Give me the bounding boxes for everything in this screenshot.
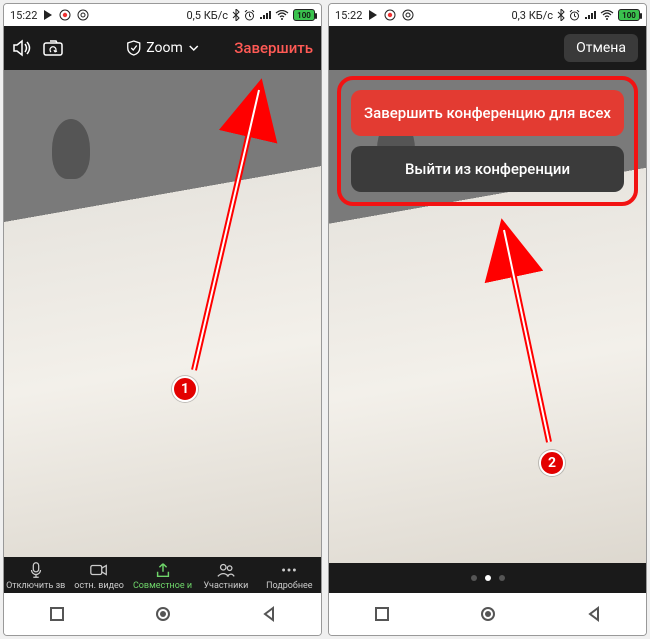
android-navbar [329, 593, 646, 635]
end-button[interactable]: Завершить [234, 39, 313, 57]
nav-home-icon[interactable] [479, 605, 497, 623]
bluetooth-icon [557, 9, 565, 21]
nav-back-icon[interactable] [586, 606, 602, 622]
camera-feed [4, 70, 321, 557]
page-indicator [329, 563, 646, 593]
chrome-icon [77, 9, 89, 21]
chrome-icon [402, 9, 414, 21]
shield-icon[interactable] [126, 40, 140, 56]
wifi-icon [275, 10, 289, 20]
alarm-icon [244, 10, 255, 21]
end-for-all-button[interactable]: Завершить конференцию для всех [351, 90, 624, 136]
leave-button[interactable]: Выйти из конференции [351, 146, 624, 192]
cellular-icon [259, 10, 271, 20]
dot-1 [471, 575, 477, 581]
video-area[interactable]: 1 [4, 70, 321, 557]
chevron-down-icon[interactable] [189, 44, 199, 52]
share-label: Совместное и [133, 581, 192, 591]
participants-button[interactable]: Участники [194, 561, 257, 591]
dot-2 [485, 575, 491, 581]
dot-3 [499, 575, 505, 581]
app-toolbar: Отмена [329, 26, 646, 70]
speaker-icon[interactable] [12, 39, 32, 57]
mute-button[interactable]: Отключить зв [4, 561, 67, 591]
more-button[interactable]: Подробнее [258, 561, 321, 591]
callout-badge-2: 2 [539, 450, 565, 476]
android-navbar [4, 593, 321, 635]
bluetooth-icon [232, 9, 240, 21]
status-time: 15:22 [335, 9, 362, 22]
alarm-icon [569, 10, 580, 21]
phone-right: 15:22 0,3 КБ/с 100 Отмена Завершить конф… [328, 3, 647, 636]
video-area[interactable]: Завершить конференцию для всех Выйти из … [329, 70, 646, 563]
play-store-icon [43, 10, 53, 20]
nav-recent-icon[interactable] [374, 606, 390, 622]
video-label: остн. видео [74, 581, 124, 591]
status-bar: 15:22 0,3 КБ/с 100 [329, 4, 646, 26]
status-time: 15:22 [10, 9, 37, 22]
mute-label: Отключить зв [6, 581, 65, 591]
app-toolbar: Zoom Завершить [4, 26, 321, 70]
switch-camera-icon[interactable] [42, 39, 64, 57]
status-bar: 15:22 0,5 КБ/с 100 [4, 4, 321, 26]
browser-icon [59, 9, 71, 21]
phone-left: 15:22 0,5 КБ/с 100 Zoom Завершить 1 [3, 3, 322, 636]
status-net: 0,5 КБ/с [186, 9, 228, 22]
more-label: Подробнее [266, 581, 313, 591]
app-title[interactable]: Zoom [146, 40, 183, 56]
browser-icon [384, 9, 396, 21]
share-button[interactable]: Совместное и [131, 561, 194, 591]
cellular-icon [584, 10, 596, 20]
battery-icon: 100 [293, 9, 315, 21]
callout-badge-1: 1 [172, 376, 198, 402]
cancel-button[interactable]: Отмена [564, 34, 638, 62]
end-dialog: Завершить конференцию для всех Выйти из … [337, 76, 638, 206]
wifi-icon [600, 10, 614, 20]
participants-label: Участники [204, 581, 249, 591]
video-button[interactable]: остн. видео [67, 561, 130, 591]
nav-recent-icon[interactable] [49, 606, 65, 622]
play-store-icon [368, 10, 378, 20]
nav-home-icon[interactable] [154, 605, 172, 623]
zoom-bottom-toolbar: Отключить зв остн. видео Совместное и Уч… [4, 557, 321, 593]
battery-icon: 100 [618, 9, 640, 21]
status-net: 0,3 КБ/с [511, 9, 553, 22]
nav-back-icon[interactable] [261, 606, 277, 622]
